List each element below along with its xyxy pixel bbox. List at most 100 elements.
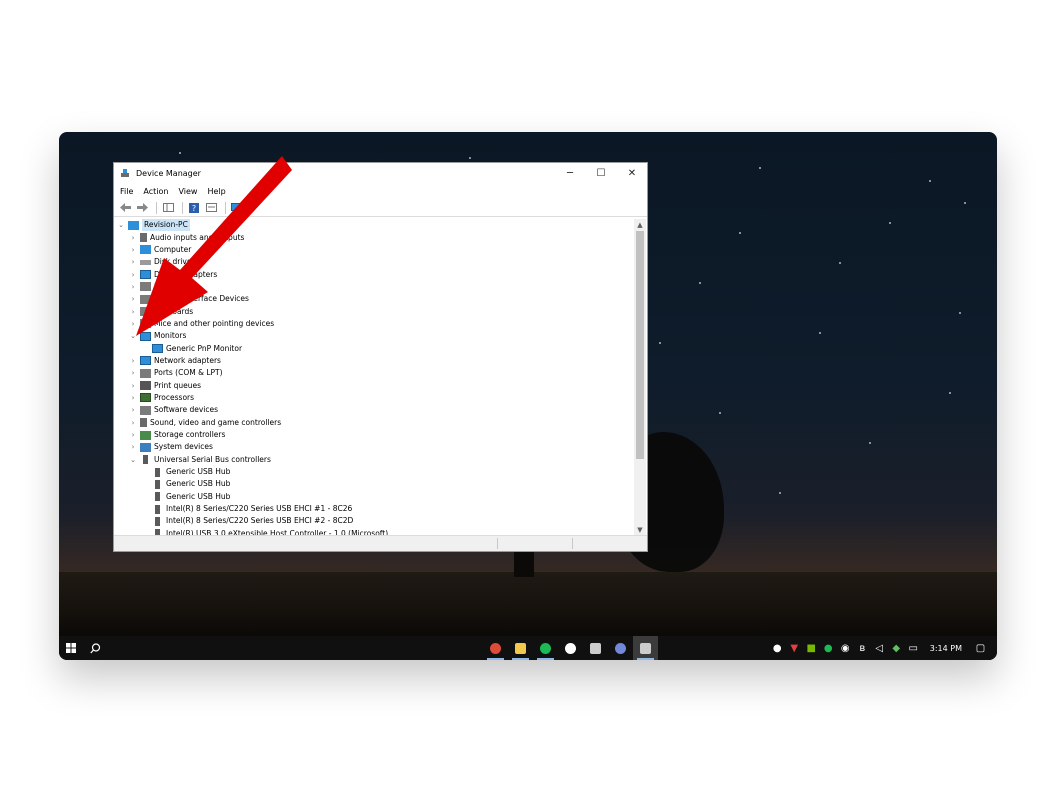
tree-category-item[interactable]: › Mice and other pointing devices xyxy=(116,318,635,330)
discord-tray-icon[interactable]: ● xyxy=(771,642,784,655)
usb-icon xyxy=(155,479,160,489)
tree-category-item[interactable]: › Computer xyxy=(116,244,635,256)
firmware-icon xyxy=(140,282,151,292)
show-hide-console-tree-button[interactable] xyxy=(161,202,175,214)
scan-hardware-button[interactable] xyxy=(230,202,244,214)
expand-icon[interactable]: › xyxy=(128,380,138,392)
expand-icon[interactable]: › xyxy=(128,232,138,244)
taskbar-app-file-explorer[interactable] xyxy=(508,636,533,660)
tree-category-item[interactable]: › Disk drives xyxy=(116,256,635,268)
taskbar-app-spotify[interactable] xyxy=(533,636,558,660)
help-button[interactable]: ? xyxy=(187,202,201,214)
menu-view[interactable]: View xyxy=(178,187,197,196)
taskbar-app-whatsapp[interactable] xyxy=(558,636,583,660)
window-titlebar[interactable]: Device Manager ─ ☐ ✕ xyxy=(114,163,647,183)
expand-icon[interactable]: › xyxy=(128,417,138,429)
tree-item-label: Intel(R) 8 Series/C220 Series USB EHCI #… xyxy=(166,504,353,514)
taskbar-app-device-manager[interactable] xyxy=(633,636,658,660)
keyboard-icon xyxy=(140,307,151,317)
tree-item-label: Sound, video and game controllers xyxy=(150,417,282,427)
scroll-up-icon[interactable]: ▲ xyxy=(634,219,646,231)
tree-item-label: Display adapters xyxy=(154,269,218,279)
tree-category-item[interactable]: › Ports (COM & LPT) xyxy=(116,367,635,379)
tree-item-label: Processors xyxy=(154,392,195,402)
volume-icon[interactable]: ◁ xyxy=(873,642,886,655)
forward-button[interactable] xyxy=(135,202,149,214)
tree-category-item[interactable]: › Display adapters xyxy=(116,268,635,280)
tree-child-item[interactable]: Intel(R) 8 Series/C220 Series USB EHCI #… xyxy=(116,503,635,515)
star xyxy=(719,412,721,414)
tree-child-item[interactable]: Generic USB Hub xyxy=(116,491,635,503)
expand-icon[interactable]: › xyxy=(128,244,138,256)
taskbar-app-discord[interactable] xyxy=(608,636,633,660)
tree-category-item[interactable]: › Keyboards xyxy=(116,305,635,317)
shield-tray-icon[interactable]: ▼ xyxy=(788,642,801,655)
tree-category-item[interactable]: ⌄ Monitors xyxy=(116,330,635,342)
back-button[interactable] xyxy=(118,202,132,214)
steam-tray-icon[interactable]: ◉ xyxy=(839,642,852,655)
network-icon xyxy=(140,356,151,366)
tree-root[interactable]: ⌄ Revision-PC xyxy=(116,219,635,232)
software-icon xyxy=(140,405,151,415)
arrow-left-icon xyxy=(119,203,131,212)
tree-category-item[interactable]: › Software devices xyxy=(116,404,635,416)
spotify-tray-icon[interactable]: ● xyxy=(822,642,835,655)
bluetooth-tray-icon[interactable]: ʙ xyxy=(856,642,869,655)
tree-category-item[interactable]: ⌄ Universal Serial Bus controllers xyxy=(116,454,635,466)
menu-file[interactable]: File xyxy=(120,187,133,196)
taskbar-clock[interactable]: 3:14 PM xyxy=(930,644,962,653)
expand-icon[interactable]: › xyxy=(128,392,138,404)
collapse-icon[interactable]: ⌄ xyxy=(116,219,126,231)
expand-icon[interactable]: › xyxy=(128,269,138,281)
collapse-icon[interactable]: ⌄ xyxy=(128,330,138,342)
expand-icon[interactable]: › xyxy=(128,293,138,305)
notifications-icon[interactable]: ▢ xyxy=(974,642,987,655)
expand-icon[interactable]: › xyxy=(128,404,138,416)
properties-button[interactable] xyxy=(204,202,218,214)
tree-category-item[interactable]: › Sound, video and game controllers xyxy=(116,417,635,429)
minimize-button[interactable]: ─ xyxy=(554,163,586,183)
menu-action[interactable]: Action xyxy=(143,187,168,196)
close-button[interactable]: ✕ xyxy=(616,163,648,183)
tree-category-item[interactable]: › Network adapters xyxy=(116,355,635,367)
port-icon xyxy=(140,368,151,378)
expand-icon[interactable]: › xyxy=(128,429,138,441)
tree-child-item[interactable]: Generic USB Hub xyxy=(116,478,635,490)
app-tray-icon[interactable]: ◆ xyxy=(890,642,903,655)
tree-category-item[interactable]: › System devices xyxy=(116,441,635,453)
expand-icon[interactable]: › xyxy=(128,367,138,379)
tree-category-item[interactable]: › Audio inputs and outputs xyxy=(116,231,635,243)
tree-child-item[interactable]: Intel(R) 8 Series/C220 Series USB EHCI #… xyxy=(116,515,635,527)
tree-category-item[interactable]: › Human Interface Devices xyxy=(116,293,635,305)
expand-icon[interactable]: › xyxy=(128,281,138,293)
expand-icon[interactable]: › xyxy=(128,306,138,318)
tree-category-item[interactable]: › Storage controllers xyxy=(116,429,635,441)
taskbar-app-chrome[interactable] xyxy=(483,636,508,660)
expand-icon[interactable]: › xyxy=(128,355,138,367)
expand-icon[interactable]: › xyxy=(128,441,138,453)
vertical-scrollbar[interactable]: ▲ ▼ xyxy=(634,219,646,536)
tree-item-label: Disk drives xyxy=(154,257,196,267)
maximize-button[interactable]: ☐ xyxy=(585,163,617,183)
tree-category-item[interactable]: › Processors xyxy=(116,392,635,404)
start-button[interactable] xyxy=(59,636,83,660)
search-button[interactable] xyxy=(83,636,107,660)
network-icon[interactable]: ▭ xyxy=(907,642,920,655)
menu-help[interactable]: Help xyxy=(207,187,225,196)
taskbar-app-epic-games[interactable] xyxy=(583,636,608,660)
usb-icon xyxy=(155,504,160,514)
tree-child-item[interactable]: Generic USB Hub xyxy=(116,466,635,478)
tree-item-label: Audio inputs and outputs xyxy=(150,232,245,242)
tree-category-item[interactable]: › Print queues xyxy=(116,379,635,391)
star xyxy=(759,167,761,169)
processor-icon xyxy=(140,393,151,403)
tree-category-item[interactable]: › Firmware xyxy=(116,281,635,293)
expand-icon[interactable]: › xyxy=(128,256,138,268)
scrollbar-thumb[interactable] xyxy=(636,231,644,459)
expand-icon[interactable]: › xyxy=(128,318,138,330)
status-divider xyxy=(572,538,573,549)
nvidia-tray-icon[interactable]: ■ xyxy=(805,642,818,655)
tree-item-label: Mice and other pointing devices xyxy=(154,318,275,328)
collapse-icon[interactable]: ⌄ xyxy=(128,454,138,466)
tree-child-item[interactable]: Generic PnP Monitor xyxy=(116,342,635,354)
